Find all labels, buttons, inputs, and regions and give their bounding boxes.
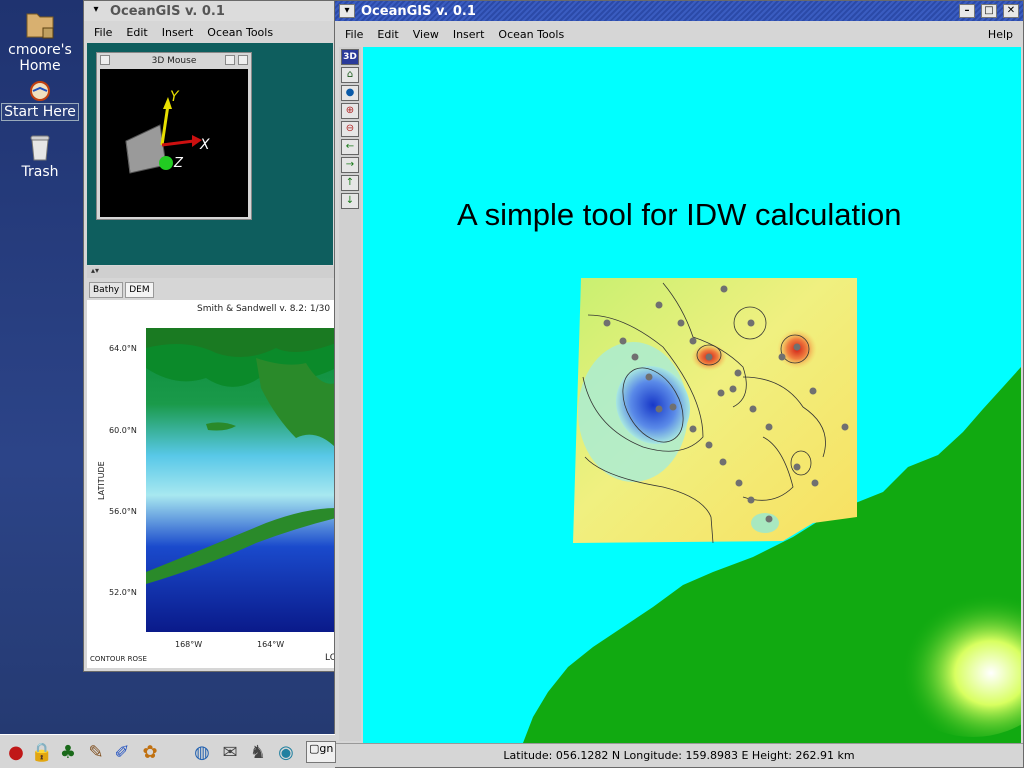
arrow-down-icon[interactable]: ↓ xyxy=(341,193,359,209)
minimize-button[interactable]: – xyxy=(959,4,975,18)
trash-icon xyxy=(30,135,50,161)
back-window-titlebar[interactable]: ▾ OceanGIS v. 0.1 xyxy=(84,1,334,21)
arrow-right-icon[interactable]: → xyxy=(341,157,359,173)
y-axis-label: Y xyxy=(170,89,180,105)
desktop-icon-start-here-label: Start Here xyxy=(1,103,79,121)
tree-icon[interactable]: ♣ xyxy=(56,741,80,765)
tab-bathy[interactable]: Bathy xyxy=(89,282,124,298)
home-folder-icon xyxy=(26,13,54,39)
map-3d-scene xyxy=(523,278,1021,743)
view-toolbar: 3D ⌂ ● ⊕ ⊖ ← → ↑ ↓ xyxy=(339,47,361,741)
panel-splitter[interactable]: ▴▾ xyxy=(87,266,335,278)
main-window-titlebar[interactable]: ▾ OceanGIS v. 0.1 – □ ✕ xyxy=(335,1,1023,21)
status-bar: Latitude: 056.1282 N Longitude: 159.8983… xyxy=(335,743,1023,767)
mouse-3d-panel[interactable]: 3D Mouse Y X Z xyxy=(96,52,252,220)
menu-insert[interactable]: Insert xyxy=(453,28,485,41)
menu-file[interactable]: File xyxy=(345,28,363,41)
slide-title: A simple tool for IDW calculation xyxy=(457,197,902,232)
editor-icon[interactable]: ✐ xyxy=(110,741,134,765)
desktop-icon-home[interactable]: cmoore's Home xyxy=(0,6,80,74)
status-coordinates: Latitude: 056.1282 N Longitude: 159.8983… xyxy=(503,749,855,762)
y-axis xyxy=(160,104,170,146)
lat-tick-64: 64.0°N xyxy=(109,344,137,353)
desktop-icon-trash-label: Trash xyxy=(21,164,59,180)
window-menu-icon[interactable]: ▾ xyxy=(88,4,104,18)
menu-edit[interactable]: Edit xyxy=(126,26,147,39)
map-landmass xyxy=(146,328,336,584)
main-window-menubar: File Edit View Insert Ocean Tools Help xyxy=(335,21,1023,47)
menu-insert[interactable]: Insert xyxy=(162,26,194,39)
back-window-title: OceanGIS v. 0.1 xyxy=(110,3,225,19)
window-menu-icon[interactable]: ▾ xyxy=(339,4,355,18)
mouse-3d-canvas[interactable]: Y X Z xyxy=(100,69,248,217)
zoom-out-icon[interactable]: ⊖ xyxy=(341,121,359,137)
map-title: Smith & Sandwell v. 8.2: 1/30 xyxy=(197,304,331,314)
bathymetry-map[interactable] xyxy=(146,328,336,632)
map-footer: CONTOUR ROSE xyxy=(90,655,147,663)
menu-help[interactable]: Help xyxy=(988,28,1013,41)
mouse-panel-minimize-button[interactable] xyxy=(225,55,235,65)
menu-file[interactable]: File xyxy=(94,26,112,39)
desktop-icon-start-here[interactable]: Start Here xyxy=(0,80,80,121)
taskbar: ● 🔒 ♣ ✎ ✐ ✿ ◍ ✉ ♞ ◉ ▢gn xyxy=(0,734,336,768)
desktop-icon-trash[interactable]: Trash xyxy=(0,130,80,180)
tab-dem[interactable]: DEM xyxy=(125,282,154,298)
mouse-panel-title: 3D Mouse xyxy=(151,55,197,66)
taskbar-window-button[interactable]: ▢gn xyxy=(306,741,336,763)
close-button[interactable]: ✕ xyxy=(1003,4,1019,18)
globe-browser-icon[interactable]: ◍ xyxy=(190,741,214,765)
3d-map-view[interactable]: A simple tool for IDW calculation xyxy=(363,47,1021,743)
bathymetry-map-panel: Smith & Sandwell v. 8.2: 1/30 64.0°N 60.… xyxy=(87,300,337,668)
map-ylabel: LATITUDE xyxy=(97,461,106,500)
maximize-button[interactable]: □ xyxy=(981,4,997,18)
lon-tick-168w: 168°W xyxy=(175,640,203,649)
start-here-icon xyxy=(30,81,50,101)
arrow-left-icon[interactable]: ← xyxy=(341,139,359,155)
z-axis xyxy=(159,156,173,170)
network-icon[interactable]: ◉ xyxy=(274,741,298,765)
desktop-icon-home-label: cmoore's Home xyxy=(8,42,72,74)
taskbar-window-label: gn xyxy=(319,742,334,755)
x-axis xyxy=(161,139,195,147)
mouse-panel-menu-button[interactable] xyxy=(100,55,110,65)
lat-tick-56: 56.0°N xyxy=(109,507,137,516)
mail-icon[interactable]: ✉ xyxy=(218,741,242,765)
lon-tick-164w: 164°W xyxy=(257,640,285,649)
gnu-icon[interactable]: ♞ xyxy=(246,741,270,765)
axis-gizmo: Y X Z xyxy=(125,89,210,174)
menu-ocean-tools[interactable]: Ocean Tools xyxy=(207,26,273,39)
layer-tabs: Bathy DEM xyxy=(89,282,154,298)
z-axis-label: Z xyxy=(173,156,184,171)
home-icon[interactable]: ⌂ xyxy=(341,67,359,83)
mouse-panel-maximize-button[interactable] xyxy=(238,55,248,65)
zoom-in-icon[interactable]: ⊕ xyxy=(341,103,359,119)
globe-icon[interactable]: ● xyxy=(341,85,359,101)
mouse-panel-titlebar[interactable]: 3D Mouse xyxy=(97,53,251,68)
main-window-title: OceanGIS v. 0.1 xyxy=(361,3,476,19)
main-oceangis-window[interactable]: ▾ OceanGIS v. 0.1 – □ ✕ File Edit View I… xyxy=(334,0,1024,768)
menu-edit[interactable]: Edit xyxy=(377,28,398,41)
lock-icon[interactable]: 🔒 xyxy=(30,741,54,765)
lat-tick-60: 60.0°N xyxy=(109,426,137,435)
redhat-menu-icon[interactable]: ● xyxy=(4,741,28,765)
paint-icon[interactable]: ✿ xyxy=(138,741,162,765)
menu-view[interactable]: View xyxy=(413,28,439,41)
x-axis-label: X xyxy=(199,137,210,153)
lat-tick-52: 52.0°N xyxy=(109,588,137,597)
3d-view-button[interactable]: 3D xyxy=(341,49,359,65)
menu-ocean-tools[interactable]: Ocean Tools xyxy=(498,28,564,41)
tool-icon[interactable]: ✎ xyxy=(84,741,108,765)
arrow-up-icon[interactable]: ↑ xyxy=(341,175,359,191)
back-window-menubar: File Edit Insert Ocean Tools xyxy=(84,21,334,43)
